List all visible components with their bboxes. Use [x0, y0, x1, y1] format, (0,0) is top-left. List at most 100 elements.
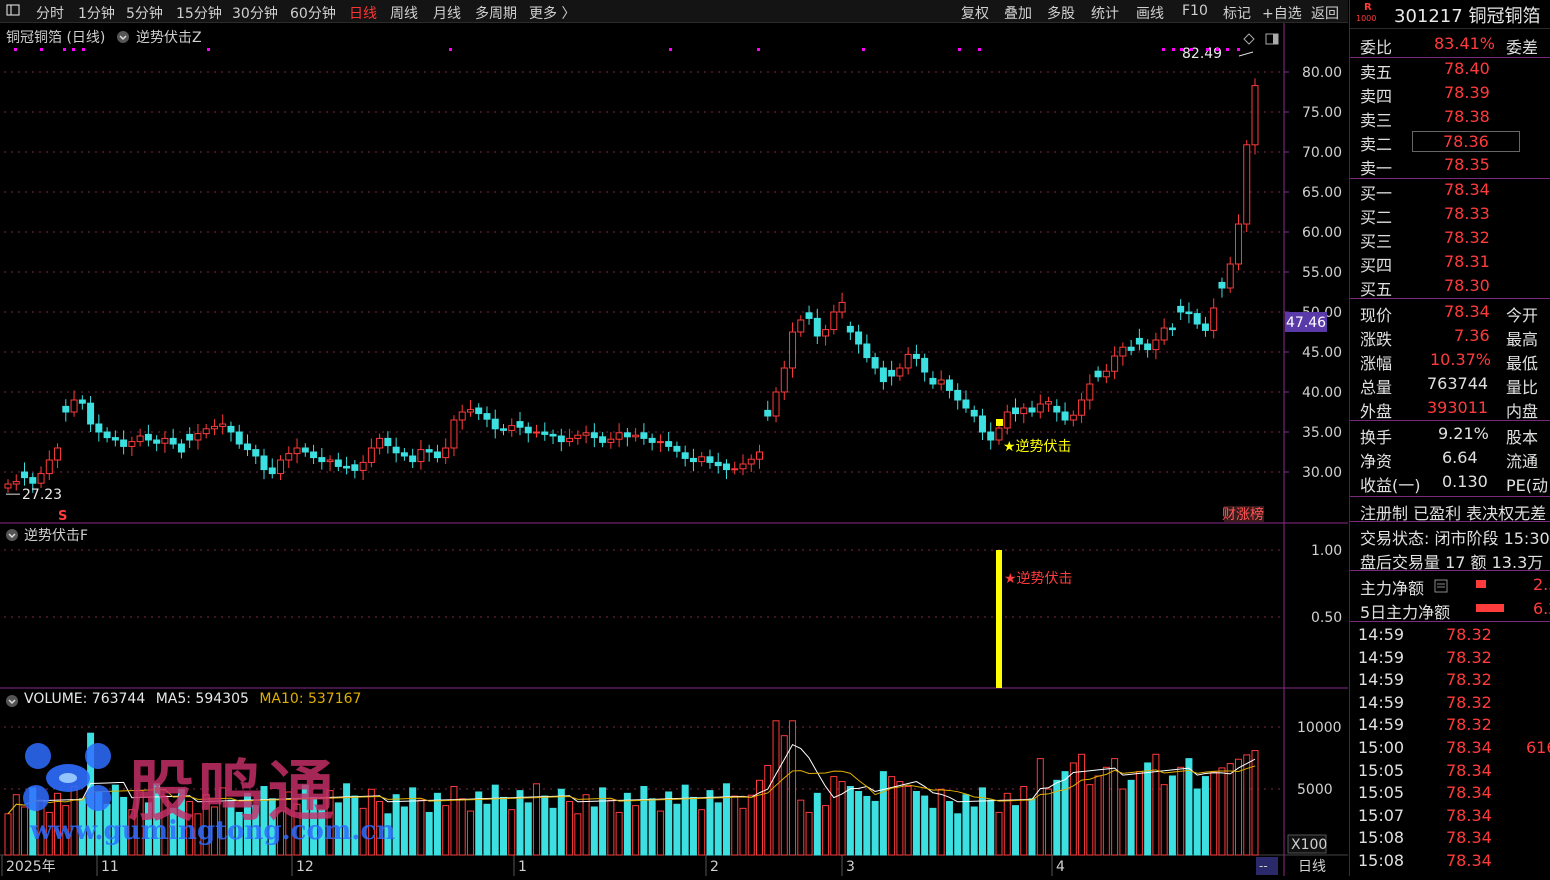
period-tab-0[interactable]: 分时: [36, 3, 64, 23]
period-tab-7[interactable]: 周线: [390, 3, 418, 23]
candle-body: [904, 353, 912, 369]
buy-label: 买一: [1360, 184, 1393, 203]
candle-body: [62, 405, 70, 413]
candle-body: [871, 357, 879, 369]
toolbar-button-8[interactable]: 返回: [1311, 3, 1339, 23]
period-tab-5[interactable]: 60分钟: [290, 3, 336, 23]
candle-body: [425, 449, 433, 453]
tick-price: 78.34: [1446, 738, 1492, 757]
volume-bar: [1210, 771, 1218, 856]
indicator-toggle-icon[interactable]: [116, 29, 130, 48]
period-tab-9[interactable]: 多周期: [475, 3, 517, 23]
volume-bar: [681, 784, 689, 856]
candle-body: [731, 468, 739, 471]
stat-value: 763744: [1427, 374, 1489, 393]
candle-body: [722, 463, 730, 471]
candle-body: [665, 441, 673, 447]
fund2-value: 6.2: [1533, 599, 1550, 618]
tick-time: 15:05: [1358, 783, 1405, 803]
panel-toggle-icon[interactable]: [1265, 30, 1279, 49]
fund2-bar: [1476, 604, 1504, 612]
volume-bar: [557, 788, 565, 856]
tick-row: 14:59 78.32: [1350, 692, 1550, 714]
list-icon[interactable]: [1434, 578, 1448, 597]
tick-row: 15:07 78.34: [1350, 805, 1550, 827]
volume-bar: [1086, 784, 1094, 856]
toolbar-button-3[interactable]: 统计: [1091, 3, 1119, 23]
signal-dot: [757, 48, 760, 51]
signal-dot: [72, 48, 75, 51]
candle-body: [978, 415, 986, 433]
candle-body: [945, 379, 953, 391]
period-tab-3[interactable]: 15分钟: [176, 3, 222, 23]
signal-dot: [1190, 48, 1193, 51]
info-row-1: 注册制 已盈利 表决权无差: [1350, 498, 1550, 523]
period-tab-2[interactable]: 5分钟: [126, 3, 163, 23]
candle-body: [95, 423, 103, 433]
candle-body: [632, 434, 640, 438]
period-tab-1[interactable]: 1分钟: [78, 3, 115, 23]
period-tab-4[interactable]: 30分钟: [232, 3, 278, 23]
tick-price: 78.32: [1446, 715, 1492, 735]
toolbar-button-4[interactable]: 画线: [1136, 3, 1164, 23]
sell-level-3: 卖三 78.38: [1350, 105, 1550, 130]
candle-body: [491, 418, 499, 430]
sub-indicator-toggle-icon[interactable]: [5, 527, 19, 546]
volume-bar: [805, 811, 813, 856]
candle-body: [186, 433, 194, 441]
candle-body: [1210, 307, 1218, 331]
toolbar-button-7[interactable]: +自选: [1262, 3, 1302, 23]
stat-label: 涨幅: [1360, 354, 1393, 373]
candle-body: [1111, 355, 1119, 372]
main-indicator-name[interactable]: 逆势伏击Z: [136, 27, 202, 47]
toolbar-button-0[interactable]: 复权: [961, 3, 989, 23]
candle-body: [838, 301, 846, 313]
volume-toggle-icon[interactable]: [5, 693, 19, 712]
price-tick-label: 55.00: [1302, 265, 1342, 281]
volume-bar: [954, 813, 962, 856]
sub-indicator-name[interactable]: 逆势伏击F: [24, 525, 88, 545]
tick-row: 15:08 78.34: [1350, 850, 1550, 872]
volume-bar: [599, 787, 607, 856]
candle-body: [1036, 403, 1044, 413]
date-label: 11: [101, 859, 119, 875]
volume-bar: [789, 720, 797, 856]
period-tab-8[interactable]: 月线: [433, 3, 461, 23]
candle-body: [1045, 401, 1053, 405]
volume-bar: [582, 794, 590, 856]
period-tab-10[interactable]: 更多 〉: [529, 3, 575, 23]
stat-right-label: 量比: [1506, 378, 1539, 397]
window-icon[interactable]: [6, 3, 20, 21]
volume-bar: [846, 786, 854, 856]
volume-bar: [945, 801, 953, 856]
diamond-icon[interactable]: [1243, 30, 1255, 49]
candle-body: [566, 437, 574, 443]
current-price-label: 47.46: [1286, 315, 1326, 331]
candle-body: [623, 432, 631, 438]
candle-body: [37, 473, 45, 484]
candle-body: [310, 451, 318, 459]
volume-bar: [813, 792, 821, 856]
toolbar-button-5[interactable]: F10: [1182, 3, 1208, 19]
toolbar-button-1[interactable]: 叠加: [1004, 3, 1032, 23]
toolbar-button-2[interactable]: 多股: [1047, 3, 1075, 23]
candle-body: [1226, 263, 1234, 289]
sell-label: 卖四: [1360, 87, 1393, 106]
sell-price: 78.35: [1444, 155, 1490, 174]
tick-time: 15:07: [1358, 805, 1405, 825]
volume-bar: [879, 771, 887, 856]
period-tab-6[interactable]: 日线: [349, 3, 377, 23]
candle-body: [830, 311, 838, 331]
tick-row: 14:59 78.32: [1350, 714, 1550, 736]
candle-body: [698, 456, 706, 463]
price-tick-label: 70.00: [1302, 145, 1342, 161]
tick-price: 78.32: [1446, 647, 1492, 667]
tick-time: 14:59: [1358, 647, 1405, 667]
toolbar-button-6[interactable]: 标记: [1223, 3, 1251, 23]
volume-bar: [706, 790, 714, 856]
high-arrow: [1238, 51, 1254, 57]
candle-body: [640, 432, 648, 439]
candle-body: [599, 436, 607, 443]
buy-price: 78.32: [1444, 228, 1490, 247]
candle-body: [516, 421, 524, 428]
